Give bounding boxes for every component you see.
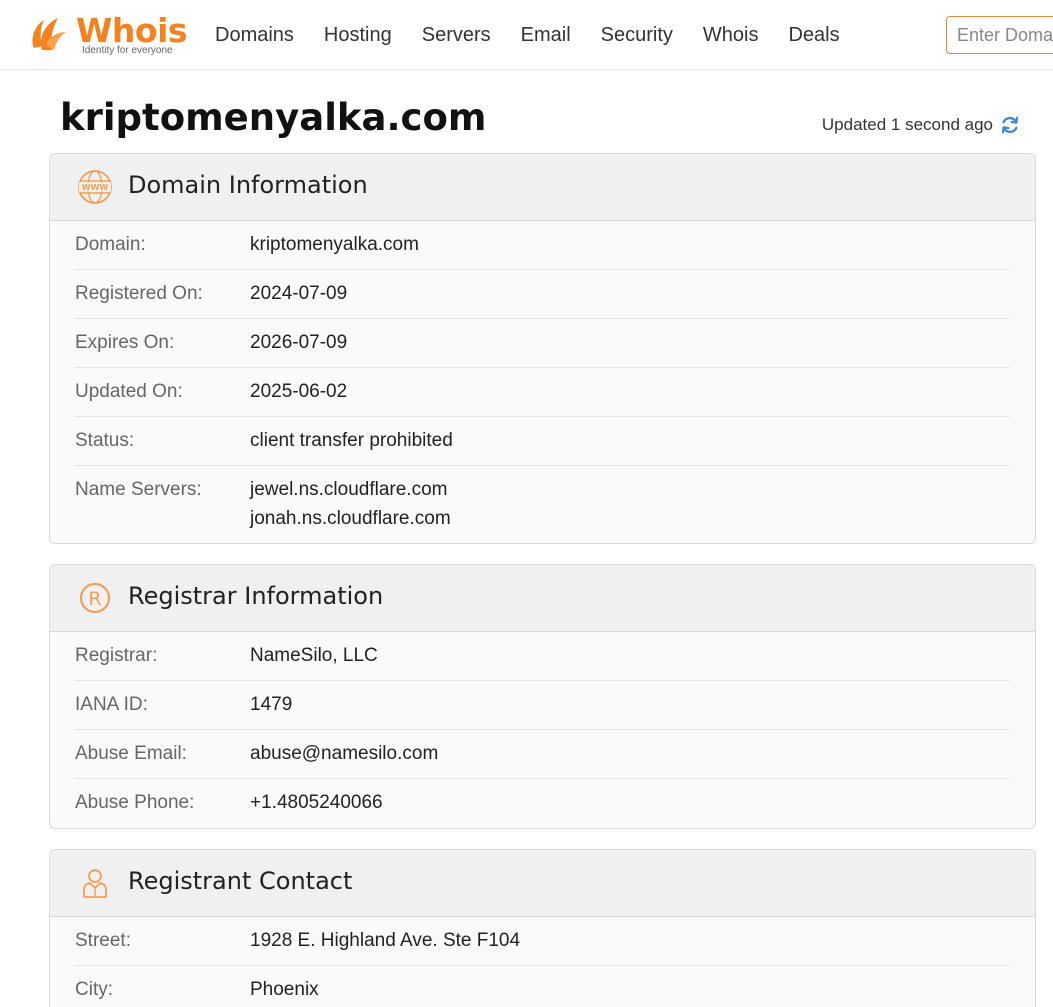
person-icon [83,869,107,898]
nav-whois[interactable]: Whois [688,24,774,47]
nav-security[interactable]: Security [586,24,688,47]
registrant-contact-card: Registrant Contact Street: 1928 E. Highl… [49,849,1036,1007]
row-value: kriptomenyalka.com [250,234,419,255]
card-title: Registrar Information [128,582,384,610]
info-row: Abuse Phone: +1.4805240066 [75,779,1010,828]
row-value: 1928 E. Highland Ave. Ste F104 [250,930,521,951]
row-label: Status: [75,430,135,451]
card-header: WWW Domain Information [50,154,1035,221]
www-icon: WWW [78,170,112,204]
row-label: Street: [75,930,131,951]
domain-search-input[interactable] [946,16,1053,54]
row-value: Phoenix [250,979,319,1000]
row-label: Registrar: [75,645,158,666]
top-navbar: Whois Identity for everyone Domains Host… [0,0,1053,70]
card-title: Domain Information [128,171,368,199]
row-label: Abuse Email: [75,743,187,764]
row-label: Updated On: [75,381,183,402]
card-title: Registrant Contact [128,867,353,895]
nav-hosting[interactable]: Hosting [309,24,407,47]
row-label: Domain: [75,234,146,255]
row-value: abuse@namesilo.com [250,743,439,764]
updated-status: Updated 1 second ago [822,114,1021,136]
info-row: Registrar: NameSilo, LLC [75,632,1010,681]
row-label: Expires On: [75,332,175,353]
row-value: +1.4805240066 [250,792,383,813]
row-value: 1479 [250,694,293,715]
row-value: 2025-06-02 [250,381,348,402]
domain-information-card: WWW Domain Information Domain: kriptomen… [49,153,1036,544]
row-value: 2026-07-09 [250,332,348,353]
row-label: Registered On: [75,283,203,304]
row-value: NameSilo, LLC [250,645,378,666]
svg-text:R: R [88,588,101,610]
row-value: client transfer prohibited [250,430,453,451]
info-row: IANA ID: 1479 [75,681,1010,730]
logo-icon [32,18,66,50]
row-label: City: [75,979,113,1000]
registrar-information-card: R Registrar Information Registrar: NameS… [49,564,1036,829]
card-header: Registrant Contact [50,850,1035,917]
info-row-name-servers: Name Servers: jewel.ns.cloudflare.com jo… [75,466,1010,533]
row-label: IANA ID: [75,694,148,715]
info-row: Updated On: 2025-06-02 [75,368,1010,417]
info-row: Status: client transfer prohibited [75,417,1010,466]
info-row: Abuse Email: abuse@namesilo.com [75,730,1010,779]
main-nav: Domains Hosting Servers Email Security W… [200,0,855,70]
refresh-icon[interactable] [999,114,1021,136]
page-title: kriptomenyalka.com [60,96,487,139]
card-header: R Registrar Information [50,565,1035,632]
info-row: City: Phoenix [75,966,1010,1007]
info-row: Street: 1928 E. Highland Ave. Ste F104 [75,917,1010,966]
info-row: Registered On: 2024-07-09 [75,270,1010,319]
row-label: Name Servers: [75,479,202,500]
name-server: jonah.ns.cloudflare.com [250,508,451,529]
row-label: Abuse Phone: [75,792,195,813]
info-row: Expires On: 2026-07-09 [75,319,1010,368]
info-row: Domain: kriptomenyalka.com [75,221,1010,270]
nav-email[interactable]: Email [506,24,586,47]
nav-servers[interactable]: Servers [407,24,506,47]
nav-deals[interactable]: Deals [773,24,854,47]
row-value: 2024-07-09 [250,283,348,304]
logo-tagline: Identity for everyone [82,45,173,56]
svg-text:WWW: WWW [82,183,109,192]
name-server: jewel.ns.cloudflare.com [250,479,448,500]
site-logo[interactable]: Whois Identity for everyone [28,11,188,58]
name-servers-list: jewel.ns.cloudflare.com jonah.ns.cloudfl… [250,475,451,533]
updated-text: Updated 1 second ago [821,115,993,134]
registered-icon: R [79,582,111,614]
nav-domains[interactable]: Domains [200,24,309,47]
